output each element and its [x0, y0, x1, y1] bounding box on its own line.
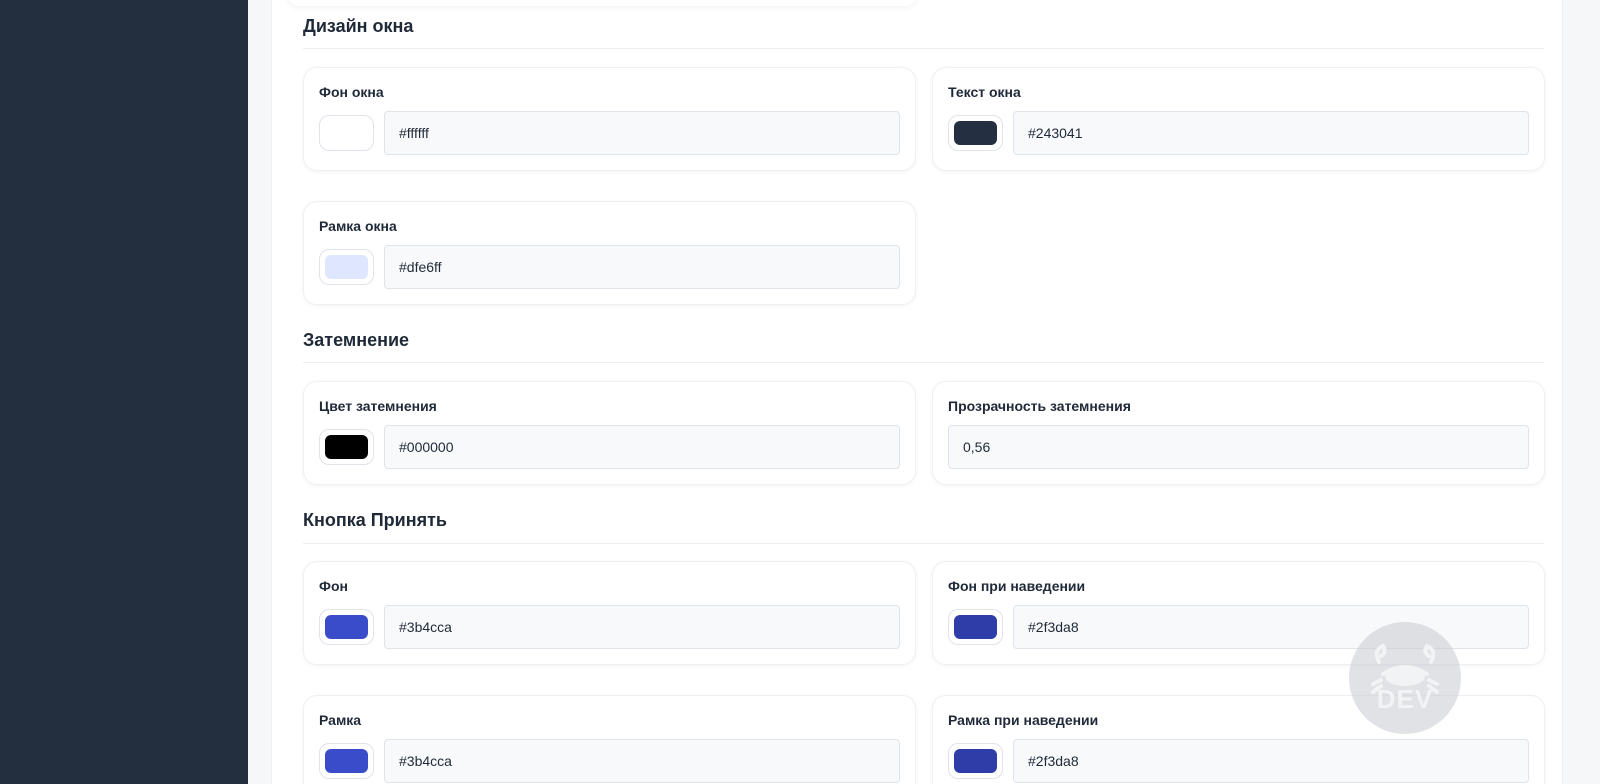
hex-input-overlay-color[interactable] [384, 425, 900, 469]
field-label: Рамка [319, 712, 362, 728]
crab-icon [1371, 643, 1439, 694]
color-swatch-window-bg[interactable] [319, 115, 374, 151]
opacity-input[interactable] [948, 425, 1529, 469]
field-card-button-bg: Фон [303, 561, 916, 665]
dev-watermark: DEV [1349, 622, 1461, 734]
section-divider [303, 543, 1544, 544]
hex-input-window-bg[interactable] [384, 111, 900, 155]
swatch-color [325, 435, 368, 459]
color-swatch-button-border-hover[interactable] [948, 743, 1003, 779]
color-swatch-button-bg-hover[interactable] [948, 609, 1003, 645]
field-label: Цвет затемнения [319, 398, 437, 414]
hex-input-button-border-hover[interactable] [1013, 739, 1529, 783]
color-swatch-button-border[interactable] [319, 743, 374, 779]
section-title-accept-button: Кнопка Принять [303, 510, 447, 530]
sidebar [0, 0, 248, 784]
field-label: Фон при наведении [948, 578, 1086, 594]
section-title-window-design: Дизайн окна [303, 16, 414, 36]
previous-card-fragment [287, 0, 917, 6]
field-label: Фон окна [319, 84, 384, 100]
hex-input-button-border[interactable] [384, 739, 900, 783]
watermark-text: DEV [1376, 684, 1434, 714]
swatch-color [325, 615, 368, 639]
color-swatch-button-bg[interactable] [319, 609, 374, 645]
color-swatch-overlay-color[interactable] [319, 429, 374, 465]
field-card-window-border: Рамка окна [303, 201, 916, 305]
field-label: Текст окна [948, 84, 1021, 100]
section-divider [303, 362, 1544, 363]
field-card-overlay-color: Цвет затемнения [303, 381, 916, 485]
field-card-overlay-opacity: Прозрачность затемнения [932, 381, 1545, 485]
swatch-color [954, 749, 997, 773]
field-card-button-border: Рамка [303, 695, 916, 784]
field-card-window-text: Текст окна [932, 67, 1545, 171]
hex-input-window-border[interactable] [384, 245, 900, 289]
field-card-window-bg: Фон окна [303, 67, 916, 171]
swatch-color [325, 749, 368, 773]
color-swatch-window-border[interactable] [319, 249, 374, 285]
color-swatch-window-text[interactable] [948, 115, 1003, 151]
field-label: Прозрачность затемнения [948, 398, 1131, 414]
swatch-color [325, 121, 368, 145]
hex-input-button-bg[interactable] [384, 605, 900, 649]
field-label: Рамка при наведении [948, 712, 1099, 728]
section-divider [303, 48, 1544, 49]
section-title-overlay: Затемнение [303, 330, 410, 350]
hex-input-window-text[interactable] [1013, 111, 1529, 155]
field-label: Фон [319, 578, 348, 594]
swatch-color [954, 121, 997, 145]
swatch-color [325, 255, 368, 279]
field-label: Рамка окна [319, 218, 397, 234]
swatch-color [954, 615, 997, 639]
